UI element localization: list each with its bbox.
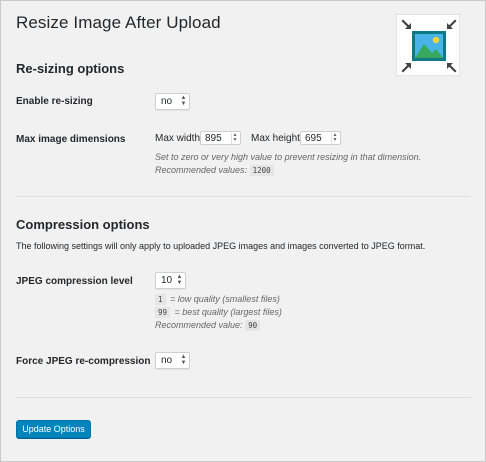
best-quality-hint: 99 = best quality (largest files) xyxy=(155,307,282,318)
enable-resizing-select[interactable]: no ▲ ▼ xyxy=(155,93,190,110)
max-width-value: 895 xyxy=(205,133,222,144)
force-recompression-label: Force JPEG re-compression xyxy=(16,356,151,367)
enable-resizing-label: Enable re-sizing xyxy=(16,96,93,107)
low-quality-hint: 1 = low quality (smallest files) xyxy=(155,294,280,305)
recommended-dimensions-hint: Recommended values: 1200 xyxy=(155,165,276,176)
jpeg-level-value: 10 xyxy=(161,275,173,286)
jpeg-level-label: JPEG compression level xyxy=(16,276,133,287)
force-recompression-select[interactable]: no ▲ ▼ xyxy=(155,352,190,369)
page-title: Resize Image After Upload xyxy=(16,13,221,32)
max-dimensions-label: Max image dimensions xyxy=(16,134,126,145)
recommended-level-hint: Recommended value: 90 xyxy=(155,320,262,331)
spinner-icon[interactable]: ▲ ▼ xyxy=(331,133,338,144)
spinner-icon[interactable]: ▲ ▼ xyxy=(231,133,238,144)
low-quality-code: 1 xyxy=(155,294,166,305)
best-quality-code: 99 xyxy=(155,307,171,318)
update-options-button[interactable]: Update Options xyxy=(16,420,91,438)
force-recompression-value: no xyxy=(161,355,173,366)
max-height-value: 695 xyxy=(305,133,322,144)
resizing-section-title: Re-sizing options xyxy=(16,61,125,76)
select-arrows-icon: ▲ ▼ xyxy=(180,354,187,366)
select-arrows-icon: ▲ ▼ xyxy=(180,95,187,107)
max-height-input[interactable]: 695 ▲ ▼ xyxy=(300,131,341,145)
resize-hint: Set to zero or very high value to preven… xyxy=(155,152,422,162)
max-width-input[interactable]: 895 ▲ ▼ xyxy=(200,131,241,145)
compression-description: The following settings will only apply t… xyxy=(16,241,426,251)
select-arrows-icon: ▲ ▼ xyxy=(176,274,183,286)
enable-resizing-value: no xyxy=(161,96,173,107)
section-divider xyxy=(16,196,471,197)
resize-image-icon xyxy=(396,14,460,76)
compression-section-title: Compression options xyxy=(16,217,150,232)
recommended-dimensions-code: 1200 xyxy=(249,165,274,176)
section-divider xyxy=(16,397,471,398)
max-height-label: Max height xyxy=(251,133,300,144)
max-width-label: Max width xyxy=(155,133,201,144)
jpeg-level-select[interactable]: 10 ▲ ▼ xyxy=(155,272,186,289)
recommended-level-code: 90 xyxy=(245,320,261,331)
